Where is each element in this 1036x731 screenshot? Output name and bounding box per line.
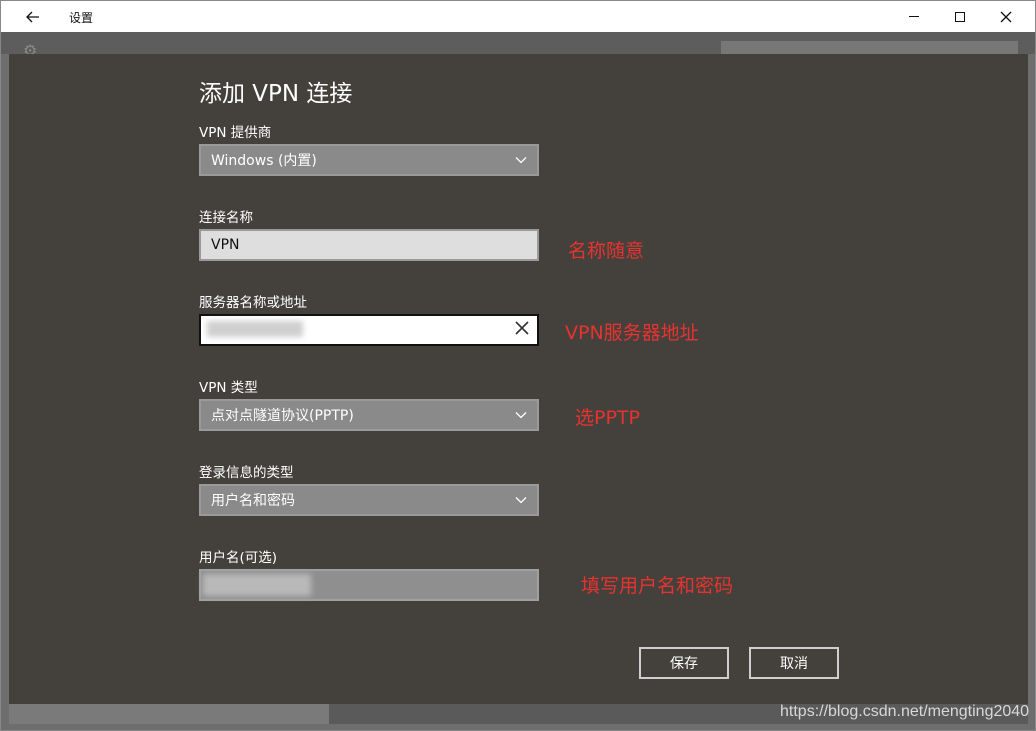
title-bar: 设置 <box>1 1 1035 32</box>
annotation-type: 选PPTP <box>575 407 640 429</box>
signin-type-value: 用户名和密码 <box>211 493 295 509</box>
cancel-button[interactable]: 取消 <box>749 647 839 679</box>
minimize-icon[interactable] <box>891 1 937 32</box>
chevron-down-icon <box>515 157 527 164</box>
server-label: 服务器名称或地址 <box>199 295 307 311</box>
maximize-icon[interactable] <box>937 1 983 32</box>
redacted-username <box>203 574 311 596</box>
chevron-down-icon <box>515 412 527 419</box>
vpn-type-value: 点对点隧道协议(PPTP) <box>211 408 354 424</box>
redacted-server-address <box>207 321 303 337</box>
watermark-text: https://blog.csdn.net/mengting2040 <box>780 703 1030 720</box>
connection-name-value: VPN <box>211 237 240 253</box>
username-label: 用户名(可选) <box>199 550 278 566</box>
connection-name-input[interactable]: VPN <box>199 229 539 261</box>
signin-type-label: 登录信息的类型 <box>199 465 294 481</box>
clear-icon[interactable] <box>513 321 531 339</box>
provider-select[interactable]: Windows (内置) <box>199 144 539 176</box>
signin-type-select[interactable]: 用户名和密码 <box>199 484 539 516</box>
dialog-title: 添加 VPN 连接 <box>199 81 353 107</box>
provider-label: VPN 提供商 <box>199 125 272 141</box>
provider-value: Windows (内置) <box>211 153 317 169</box>
back-arrow-icon[interactable] <box>15 1 51 32</box>
add-vpn-dialog: 添加 VPN 连接 VPN 提供商 Windows (内置) 连接名称 VPN … <box>9 54 1028 724</box>
save-button[interactable]: 保存 <box>639 647 729 679</box>
connection-name-label: 连接名称 <box>199 210 253 226</box>
vpn-type-select[interactable]: 点对点隧道协议(PPTP) <box>199 399 539 431</box>
annotation-server: VPN服务器地址 <box>565 322 699 344</box>
annotation-name: 名称随意 <box>568 240 645 262</box>
window-title: 设置 <box>69 11 94 25</box>
settings-window: 设置 ⚙ 添加 VPN 连接 VPN 提供商 Windows (内置) 连接名称… <box>0 0 1036 731</box>
close-icon[interactable] <box>983 1 1029 32</box>
server-input[interactable] <box>199 314 539 346</box>
annotation-credentials: 填写用户名和密码 <box>581 575 734 597</box>
username-input[interactable] <box>199 569 539 601</box>
vpn-type-label: VPN 类型 <box>199 380 258 396</box>
chevron-down-icon <box>515 497 527 504</box>
